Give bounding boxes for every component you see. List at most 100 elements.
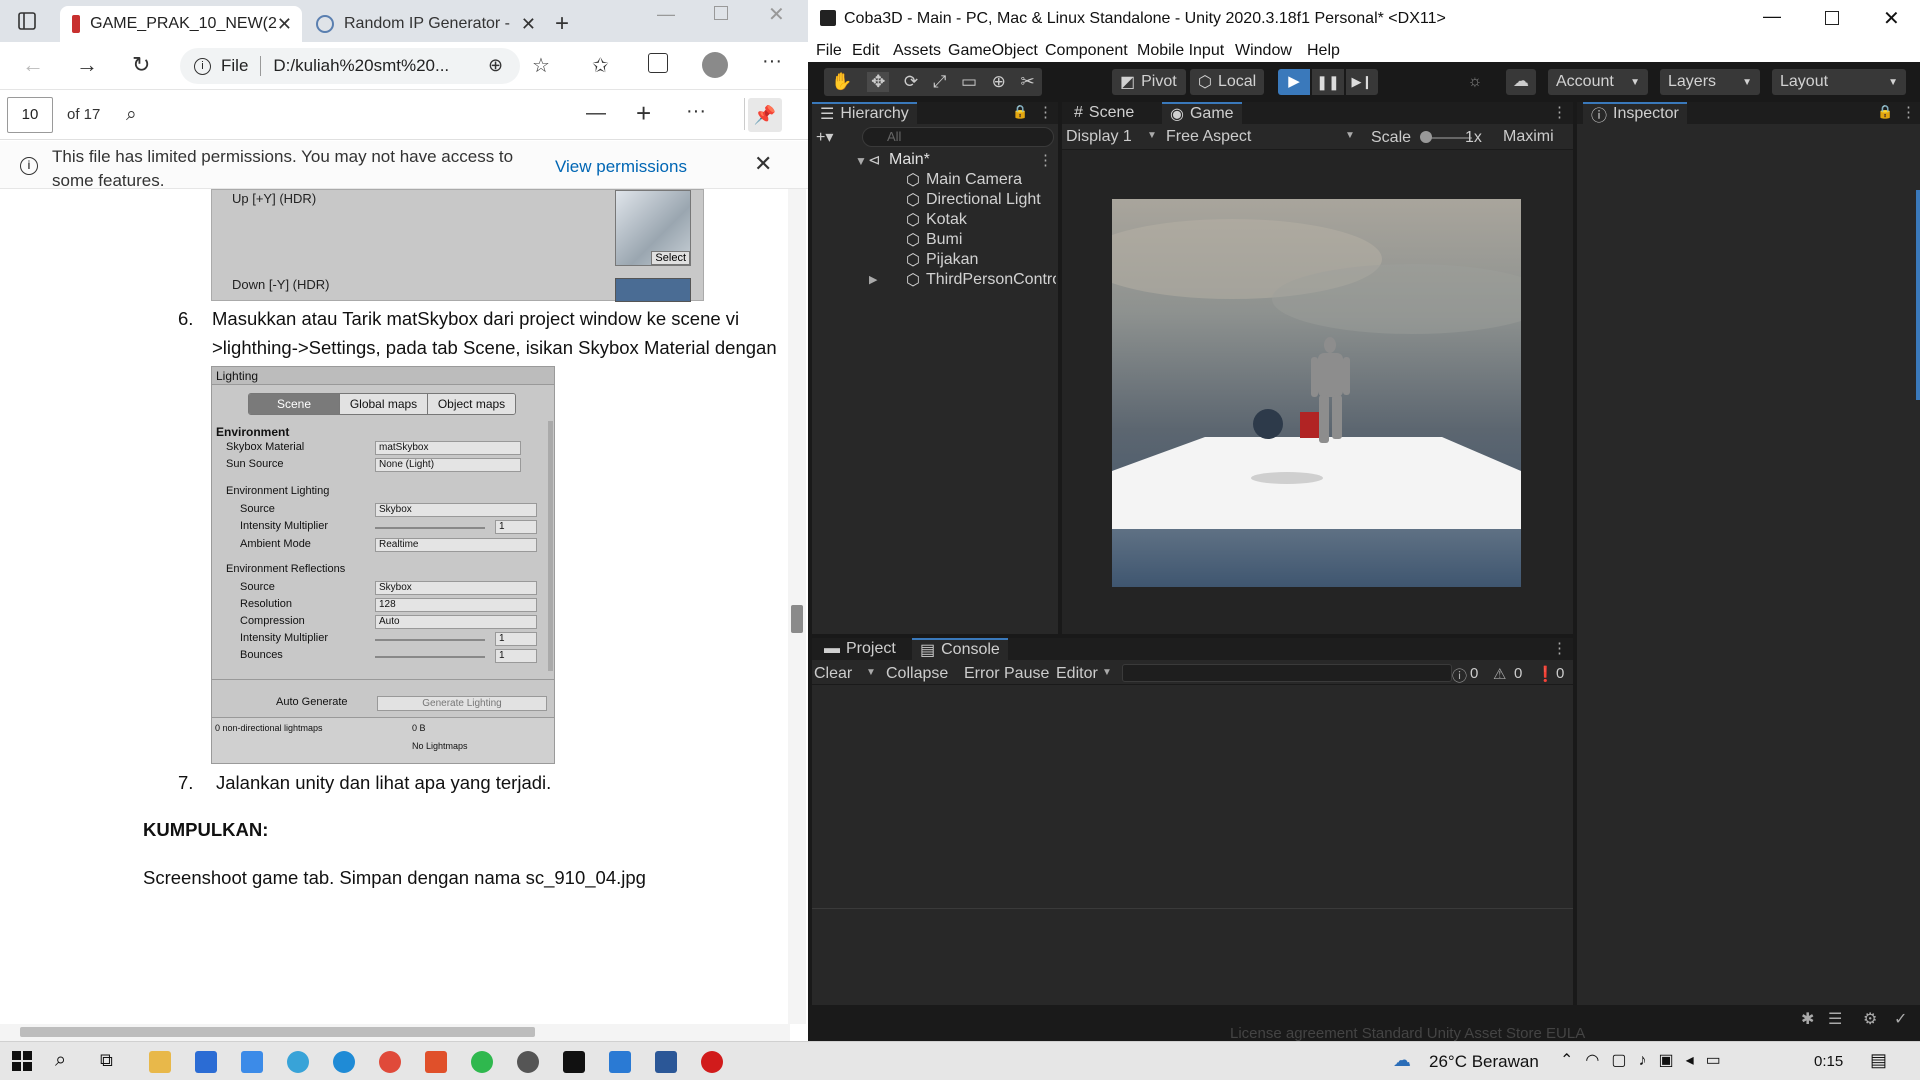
clear-button[interactable]: Clear bbox=[814, 665, 852, 683]
auto-gen-icon[interactable]: ⚙ bbox=[1863, 1009, 1877, 1029]
scene-name[interactable]: Main* bbox=[889, 151, 930, 169]
local-button[interactable]: ⬡ Local bbox=[1190, 69, 1264, 95]
cache-icon[interactable]: ☰ bbox=[1828, 1009, 1842, 1029]
collections-icon[interactable] bbox=[648, 53, 668, 73]
refresh-icon[interactable]: ↻ bbox=[132, 52, 150, 78]
vscode-icon[interactable] bbox=[609, 1051, 631, 1073]
page-number-input[interactable]: 10 bbox=[7, 97, 53, 133]
pause-button[interactable]: ❚❚ bbox=[1312, 69, 1344, 95]
progress-icon[interactable]: ✓ bbox=[1894, 1009, 1907, 1029]
horizontal-scrollbar[interactable] bbox=[0, 1024, 790, 1041]
cloud-icon[interactable]: ☁ bbox=[1506, 69, 1536, 95]
address-input[interactable]: i File D:/kuliah%20smt%20... bbox=[180, 48, 520, 84]
unity-app-icon[interactable] bbox=[563, 1051, 585, 1073]
collapse-arrow-icon[interactable]: ▶ bbox=[869, 273, 877, 286]
store-icon[interactable] bbox=[195, 1051, 217, 1073]
maximize-on-play[interactable]: Maximi bbox=[1503, 128, 1573, 146]
rect-tool-icon[interactable]: ▭ bbox=[961, 72, 977, 92]
tab-console[interactable]: ▤ Console bbox=[912, 638, 1008, 660]
zoom-in-icon[interactable]: + bbox=[636, 98, 651, 129]
layout-dropdown[interactable]: Layout ▼ bbox=[1772, 69, 1906, 95]
close-notice-icon[interactable]: ✕ bbox=[754, 151, 772, 177]
menu-component[interactable]: Component bbox=[1045, 42, 1128, 60]
weather-text[interactable]: 26°C Berawan bbox=[1429, 1052, 1539, 1072]
tab-scene[interactable]: # Scene bbox=[1066, 102, 1142, 124]
hierarchy-item[interactable]: ⬡ Kotak bbox=[906, 210, 967, 230]
back-icon[interactable]: ← bbox=[22, 52, 44, 78]
hierarchy-item[interactable]: ⬡ Main Camera bbox=[906, 170, 1022, 190]
layers-dropdown[interactable]: Layers ▼ bbox=[1660, 69, 1760, 95]
tab-actions-icon[interactable] bbox=[18, 12, 36, 30]
whatsapp-icon[interactable] bbox=[471, 1051, 493, 1073]
menu-gameobject[interactable]: GameObject bbox=[948, 42, 1038, 60]
display-dropdown[interactable]: Display 1 bbox=[1066, 128, 1132, 146]
hierarchy-item[interactable]: ⬡ ThirdPersonControlle bbox=[906, 270, 1056, 290]
hierarchy-item[interactable]: ⬡ Bumi bbox=[906, 230, 962, 250]
profile-avatar[interactable] bbox=[702, 52, 728, 78]
tab-hierarchy[interactable]: ☰ Hierarchy bbox=[812, 102, 917, 124]
system-tray-icons[interactable]: ⌃◠▢♪▣◂▭ bbox=[1560, 1050, 1733, 1070]
expand-arrow-icon[interactable]: ▼ bbox=[855, 154, 867, 168]
tab-inspector[interactable]: ⓘ Inspector bbox=[1583, 102, 1687, 125]
forward-icon[interactable]: → bbox=[76, 52, 98, 78]
menu-mobile-input[interactable]: Mobile Input bbox=[1137, 42, 1224, 60]
hierarchy-item[interactable]: ⬡ Directional Light bbox=[906, 190, 1041, 210]
tab-project[interactable]: ▬ Project bbox=[816, 638, 904, 660]
file-explorer-icon[interactable] bbox=[149, 1051, 171, 1073]
scene-menu-icon[interactable]: ⋮ bbox=[1038, 151, 1053, 169]
lighting-tab-global[interactable]: Global maps bbox=[339, 394, 427, 414]
scale-tool-icon[interactable]: ⤢ bbox=[933, 72, 947, 92]
view-permissions-link[interactable]: View permissions bbox=[555, 157, 687, 177]
tab-ip-generator[interactable]: Random IP Generator - ✕ bbox=[306, 6, 546, 42]
create-icon[interactable]: +▾ bbox=[816, 127, 833, 147]
chevron-down-icon[interactable]: ▼ bbox=[866, 667, 876, 678]
favorites-icon[interactable]: ✩ bbox=[592, 53, 609, 78]
search-icon[interactable]: ⌕ bbox=[55, 1049, 66, 1072]
menu-edit[interactable]: Edit bbox=[852, 42, 880, 60]
scale-slider-thumb[interactable] bbox=[1420, 131, 1432, 143]
error-icon[interactable]: ❗ bbox=[1536, 665, 1555, 683]
hand-tool-icon[interactable]: ✋ bbox=[831, 72, 852, 92]
close-tab-icon[interactable]: ✕ bbox=[277, 14, 292, 35]
start-icon[interactable] bbox=[12, 1051, 32, 1071]
notifications-icon[interactable]: ▤ bbox=[1870, 1050, 1887, 1071]
rotate-tool-icon[interactable]: ⟳ bbox=[904, 72, 918, 92]
office-icon[interactable] bbox=[425, 1051, 447, 1073]
lock-icon[interactable]: 🔒 bbox=[1877, 104, 1893, 120]
menu-assets[interactable]: Assets bbox=[893, 42, 941, 60]
light-probe-icon[interactable]: ☼ bbox=[1460, 69, 1490, 95]
panel-menu-icon[interactable]: ⋮ bbox=[1552, 103, 1567, 121]
lighting-tab-object[interactable]: Object maps bbox=[427, 394, 515, 414]
pivot-button[interactable]: ◩ Pivot bbox=[1112, 69, 1186, 95]
word-icon[interactable] bbox=[655, 1051, 677, 1073]
search-icon[interactable]: ⌕ bbox=[126, 104, 137, 126]
settings-icon[interactable] bbox=[517, 1051, 539, 1073]
move-tool-icon[interactable]: ✥ bbox=[867, 72, 890, 92]
menu-window[interactable]: Window bbox=[1235, 42, 1292, 60]
editor-dropdown[interactable]: Editor bbox=[1056, 665, 1098, 683]
zoom-out-icon[interactable]: — bbox=[586, 102, 606, 125]
panel-menu-icon[interactable]: ⋮ bbox=[1552, 639, 1567, 657]
collapse-button[interactable]: Collapse bbox=[886, 665, 948, 683]
unity-close-icon[interactable]: ✕ bbox=[1883, 6, 1900, 31]
menu-file[interactable]: File bbox=[816, 42, 842, 60]
minimize-icon[interactable]: — bbox=[657, 4, 675, 25]
debug-icon[interactable]: ✱ bbox=[1801, 1009, 1814, 1029]
vertical-scrollbar[interactable] bbox=[788, 189, 806, 1024]
pin-icon[interactable]: 📌 bbox=[748, 98, 782, 132]
task-view-icon[interactable]: ⧉ bbox=[100, 1050, 113, 1071]
play-button[interactable]: ▶ bbox=[1278, 69, 1310, 95]
app-l-icon[interactable] bbox=[241, 1051, 263, 1073]
unity-maximize-icon[interactable] bbox=[1825, 11, 1839, 25]
account-dropdown[interactable]: Account ▼ bbox=[1548, 69, 1648, 95]
tab-pdf[interactable]: GAME_PRAK_10_NEW(2 ✕ bbox=[60, 6, 302, 42]
add-favorite-icon[interactable]: ☆ bbox=[532, 53, 550, 78]
app-icon[interactable] bbox=[287, 1051, 309, 1073]
log-icon[interactable]: ⓘ bbox=[1452, 665, 1467, 686]
close-tab-icon[interactable]: ✕ bbox=[521, 14, 536, 35]
warning-icon[interactable]: ⚠ bbox=[1493, 665, 1506, 683]
close-window-icon[interactable]: ✕ bbox=[768, 2, 785, 27]
lighting-tab-scene[interactable]: Scene bbox=[249, 394, 339, 414]
new-tab-icon[interactable]: + bbox=[555, 10, 569, 38]
maximize-icon[interactable] bbox=[714, 6, 728, 20]
